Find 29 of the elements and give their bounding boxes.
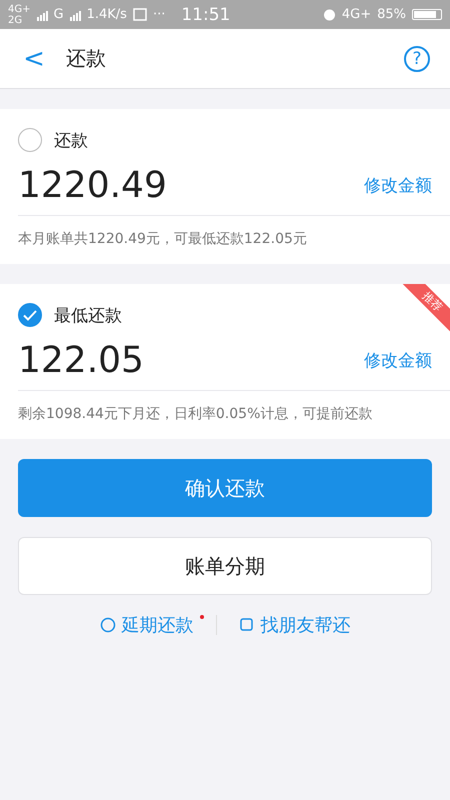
more-label: ··· [152,7,166,22]
edit-amount-link[interactable]: 修改金额 [364,348,432,372]
amount: 122.05 [18,340,144,380]
page-title: 还款 [66,45,107,72]
action-link[interactable]: 延期还款 [78,613,216,637]
network-label: 4G+ [342,7,372,22]
confirm-button[interactable]: 确认还款 [18,459,432,517]
option-label: 最低还款 [54,304,122,326]
clock: 11:51 [181,4,230,24]
battery-icon [412,9,442,20]
back-button[interactable]: < [20,44,48,74]
installment-button[interactable]: 账单分期 [18,537,432,595]
option-note: 本月账单共1220.49元，可最低还款122.05元 [17,230,308,249]
option-note: 剩余1098.44元下月还，日利率0.05%计息，可提前还款 [17,405,374,424]
speed-label: 1.4K/s [86,7,127,22]
network-label: G [54,7,64,22]
option-label: 还款 [54,130,88,152]
signal-icon [36,8,48,20]
action-link[interactable]: 找朋友帮还 [216,613,372,637]
radio-button[interactable] [18,303,42,327]
network-label: 2G [8,14,24,26]
network-label: 4G+ [8,4,30,14]
check-icon [23,310,37,320]
edit-amount-link[interactable]: 修改金额 [364,174,432,196]
help-button[interactable]: ? [404,46,430,72]
battery-label: 85% [377,7,406,22]
amount: 1220.49 [18,164,167,206]
signal-icon [70,8,81,20]
radio-button[interactable] [18,128,42,152]
